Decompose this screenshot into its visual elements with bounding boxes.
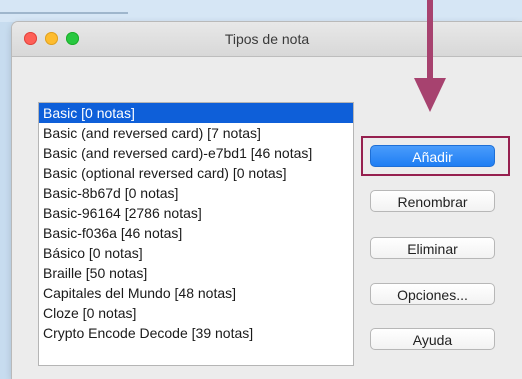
add-button[interactable]: Añadir bbox=[370, 145, 495, 167]
options-button[interactable]: Opciones... bbox=[370, 283, 495, 305]
list-item[interactable]: Basic-96164 [2786 notas] bbox=[39, 203, 353, 223]
help-button[interactable]: Ayuda bbox=[370, 328, 495, 350]
list-item[interactable]: Braille [50 notas] bbox=[39, 263, 353, 283]
list-item[interactable]: Basic (and reversed card)-e7bd1 [46 nota… bbox=[39, 143, 353, 163]
delete-button[interactable]: Eliminar bbox=[370, 237, 495, 259]
rename-button[interactable]: Renombrar bbox=[370, 190, 495, 212]
list-item[interactable]: Cloze [0 notas] bbox=[39, 303, 353, 323]
list-item[interactable]: Basic (and reversed card) [7 notas] bbox=[39, 123, 353, 143]
list-item[interactable]: Crypto Encode Decode [39 notas] bbox=[39, 323, 353, 343]
annotation-arrow-icon bbox=[414, 0, 446, 112]
list-item[interactable]: Básico [0 notas] bbox=[39, 243, 353, 263]
note-types-list[interactable]: Basic [0 notas] Basic (and reversed card… bbox=[38, 102, 354, 366]
list-item[interactable]: Basic [0 notas] bbox=[39, 103, 353, 123]
list-item[interactable]: Basic (optional reversed card) [0 notas] bbox=[39, 163, 353, 183]
list-item[interactable]: Capitales del Mundo [48 notas] bbox=[39, 283, 353, 303]
list-item[interactable]: Basic-8b67d [0 notas] bbox=[39, 183, 353, 203]
background-divider bbox=[0, 12, 128, 14]
list-item[interactable]: Basic-f036a [46 notas] bbox=[39, 223, 353, 243]
